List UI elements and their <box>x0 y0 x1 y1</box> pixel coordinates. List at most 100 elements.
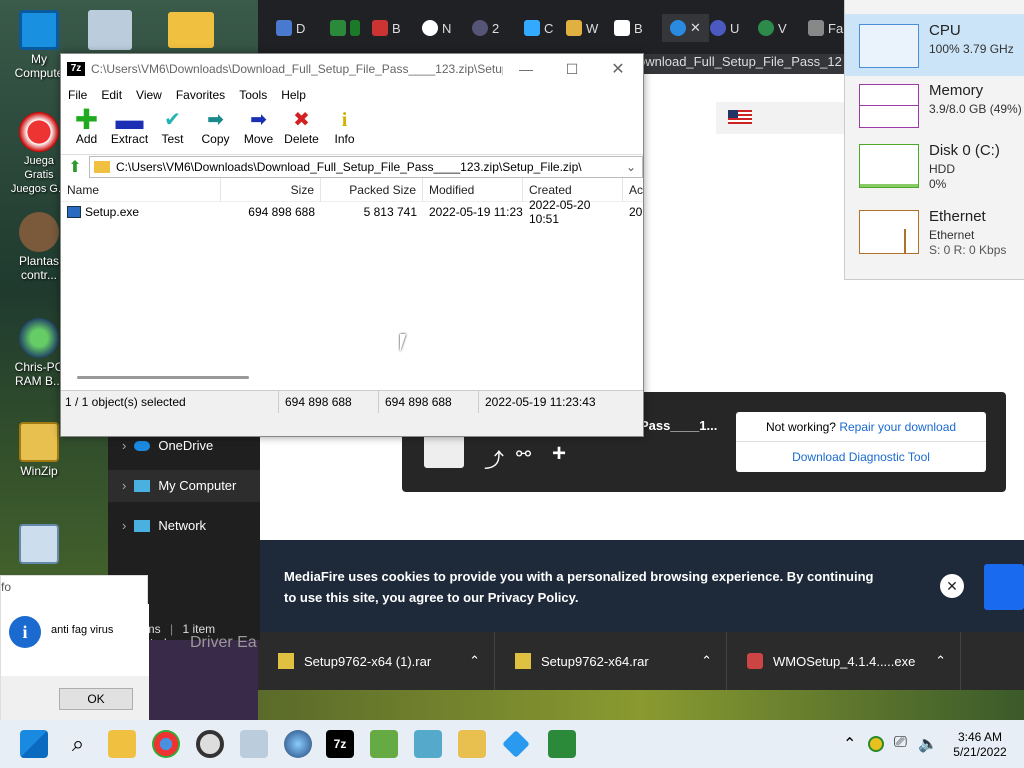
volume-icon[interactable]: 🔈 <box>918 734 938 754</box>
tab-9[interactable]: U <box>710 14 739 42</box>
maximize-button[interactable]: ☐ <box>549 61 595 78</box>
column-size[interactable]: Size <box>221 177 321 202</box>
tm-disk[interactable]: Disk 0 (C:) HDD 0% <box>845 138 1024 200</box>
move-button[interactable]: ➡ Move <box>237 106 280 146</box>
nav-item-onedrive[interactable]: › OneDrive <box>122 438 213 453</box>
chrome-taskbar-icon[interactable] <box>152 730 180 758</box>
add-icon[interactable]: + <box>552 440 566 468</box>
tab-1[interactable]: D <box>276 14 305 42</box>
column-name[interactable]: Name <box>61 177 221 202</box>
tm-ethernet[interactable]: Ethernet Ethernet S: 0 R: 0 Kbps <box>845 204 1024 266</box>
menu-edit[interactable]: Edit <box>94 88 129 102</box>
tab-3[interactable]: B <box>372 14 401 42</box>
close-button[interactable]: ✕ <box>595 59 641 79</box>
chevron-up-icon[interactable]: ⌃ <box>935 653 946 669</box>
close-icon[interactable]: ✕ <box>690 20 701 36</box>
menu-tools[interactable]: Tools <box>232 88 274 102</box>
download-item-1[interactable]: Setup9762-x64 (1).rar ⌃ <box>258 632 495 690</box>
column-modified[interactable]: Modified <box>423 177 523 202</box>
delete-button[interactable]: ✖ Delete <box>280 106 323 146</box>
desktop-icon-image[interactable] <box>8 524 70 566</box>
us-flag-icon <box>728 110 752 124</box>
winzip-taskbar-icon[interactable] <box>458 730 486 758</box>
minimize-button[interactable]: — <box>503 61 549 77</box>
tab-favicon <box>330 20 346 36</box>
path-input[interactable]: C:\Users\VM6\Downloads\Download_Full_Set… <box>89 155 643 178</box>
info-icon: i <box>9 616 41 648</box>
repair-link[interactable]: Repair your download <box>839 420 956 434</box>
onedrive-icon <box>134 440 151 451</box>
tray-app-icon[interactable] <box>868 736 884 752</box>
network-icon <box>134 519 151 532</box>
menu-view[interactable]: View <box>129 88 169 102</box>
folder-icon[interactable] <box>168 12 214 48</box>
chevron-up-icon[interactable]: ⌃ <box>469 653 480 669</box>
chart-taskbar-icon[interactable] <box>548 730 576 758</box>
info-button[interactable]: i Info <box>323 106 366 146</box>
tab-4[interactable]: N <box>422 14 451 42</box>
window-taskbar-icon[interactable] <box>414 730 442 758</box>
horizontal-scrollbar[interactable] <box>77 376 249 379</box>
column-packed-size[interactable]: Packed Size <box>321 177 423 202</box>
computer-icon <box>134 479 151 492</box>
start-button[interactable] <box>20 730 48 758</box>
ok-button[interactable]: OK <box>59 688 133 710</box>
diagnostic-tool-button[interactable]: Download Diagnostic Tool <box>736 442 986 472</box>
tab-active[interactable]: ✕ <box>662 14 709 42</box>
tab-2[interactable] <box>330 14 360 42</box>
chevron-down-icon[interactable]: ⌄ <box>626 160 642 174</box>
exe-file-icon <box>747 653 763 669</box>
downloads-bar: Setup9762-x64 (1).rar ⌃ Setup9762-x64.ra… <box>258 632 1024 690</box>
clock[interactable]: 3:46 AM 5/21/2022 <box>948 730 1012 760</box>
tab-6[interactable]: C <box>524 14 553 42</box>
media-taskbar-icon[interactable] <box>196 730 224 758</box>
close-cookie-button[interactable]: ✕ <box>940 574 964 598</box>
download-item-2[interactable]: Setup9762-x64.rar ⌃ <box>495 632 727 690</box>
tm-cpu[interactable]: CPU 100% 3.79 GHz <box>845 14 1024 76</box>
monitor-taskbar-icon[interactable] <box>240 730 268 758</box>
nav-item-my-computer[interactable]: › My Computer <box>122 478 236 493</box>
tab-8[interactable]: B <box>614 14 643 42</box>
diamond-taskbar-icon[interactable] <box>502 730 530 758</box>
add-button[interactable]: ✚ Add <box>65 106 108 147</box>
table-row[interactable]: Setup.exe 694 898 688 5 813 741 2022-05-… <box>61 198 643 226</box>
tab-7[interactable]: W <box>566 14 598 42</box>
up-folder-icon[interactable]: ⬆ <box>61 157 89 177</box>
info-icon: i <box>341 109 348 131</box>
memory-graph <box>859 84 919 128</box>
language-selector[interactable] <box>716 102 846 134</box>
rar-file-icon <box>515 653 531 669</box>
file-explorer-taskbar-icon[interactable] <box>108 730 136 758</box>
copy-button[interactable]: ➡ Copy <box>194 106 237 146</box>
globe-taskbar-icon[interactable] <box>284 730 312 758</box>
sevenzip-taskbar-icon[interactable]: 7z <box>326 730 354 758</box>
tab-11[interactable]: Fa <box>808 14 843 42</box>
chevron-up-icon[interactable]: ⌃ <box>701 653 712 669</box>
tab-favicon <box>372 20 388 36</box>
menu-file[interactable]: File <box>61 88 94 102</box>
download-item-3[interactable]: WMOSetup_4.1.4.....exe ⌃ <box>727 632 961 690</box>
tab-10[interactable]: V <box>758 14 787 42</box>
plant-taskbar-icon[interactable] <box>370 730 398 758</box>
extract-button[interactable]: ▬ Extract <box>108 106 151 147</box>
link-icon[interactable]: ⚯ <box>516 444 531 465</box>
nav-item-network[interactable]: › Network <box>122 518 206 533</box>
server-icon[interactable] <box>88 10 132 50</box>
plant-icon <box>19 212 59 252</box>
tm-memory[interactable]: Memory 3.9/8.0 GB (49%) <box>845 76 1024 138</box>
ethernet-graph <box>859 210 919 254</box>
chevron-right-icon: › <box>122 478 127 493</box>
menu-help[interactable]: Help <box>274 88 313 102</box>
tab-5[interactable]: 2 <box>472 14 499 42</box>
search-icon[interactable]: ⌕ <box>64 730 92 758</box>
ram-icon <box>19 318 59 358</box>
popcap-icon <box>19 112 59 152</box>
accept-cookie-button[interactable] <box>984 564 1024 610</box>
network-icon[interactable]: ⎚ <box>894 734 907 752</box>
task-manager-panel: CPU 100% 3.79 GHz Memory 3.9/8.0 GB (49%… <box>844 0 1024 280</box>
chevron-up-icon[interactable]: ⌃ <box>843 734 856 754</box>
menu-favorites[interactable]: Favorites <box>169 88 232 102</box>
test-button[interactable]: ✔ Test <box>151 106 194 146</box>
share-icon[interactable]: ⤴ <box>484 444 504 473</box>
column-accessed[interactable]: Ac <box>623 178 643 202</box>
